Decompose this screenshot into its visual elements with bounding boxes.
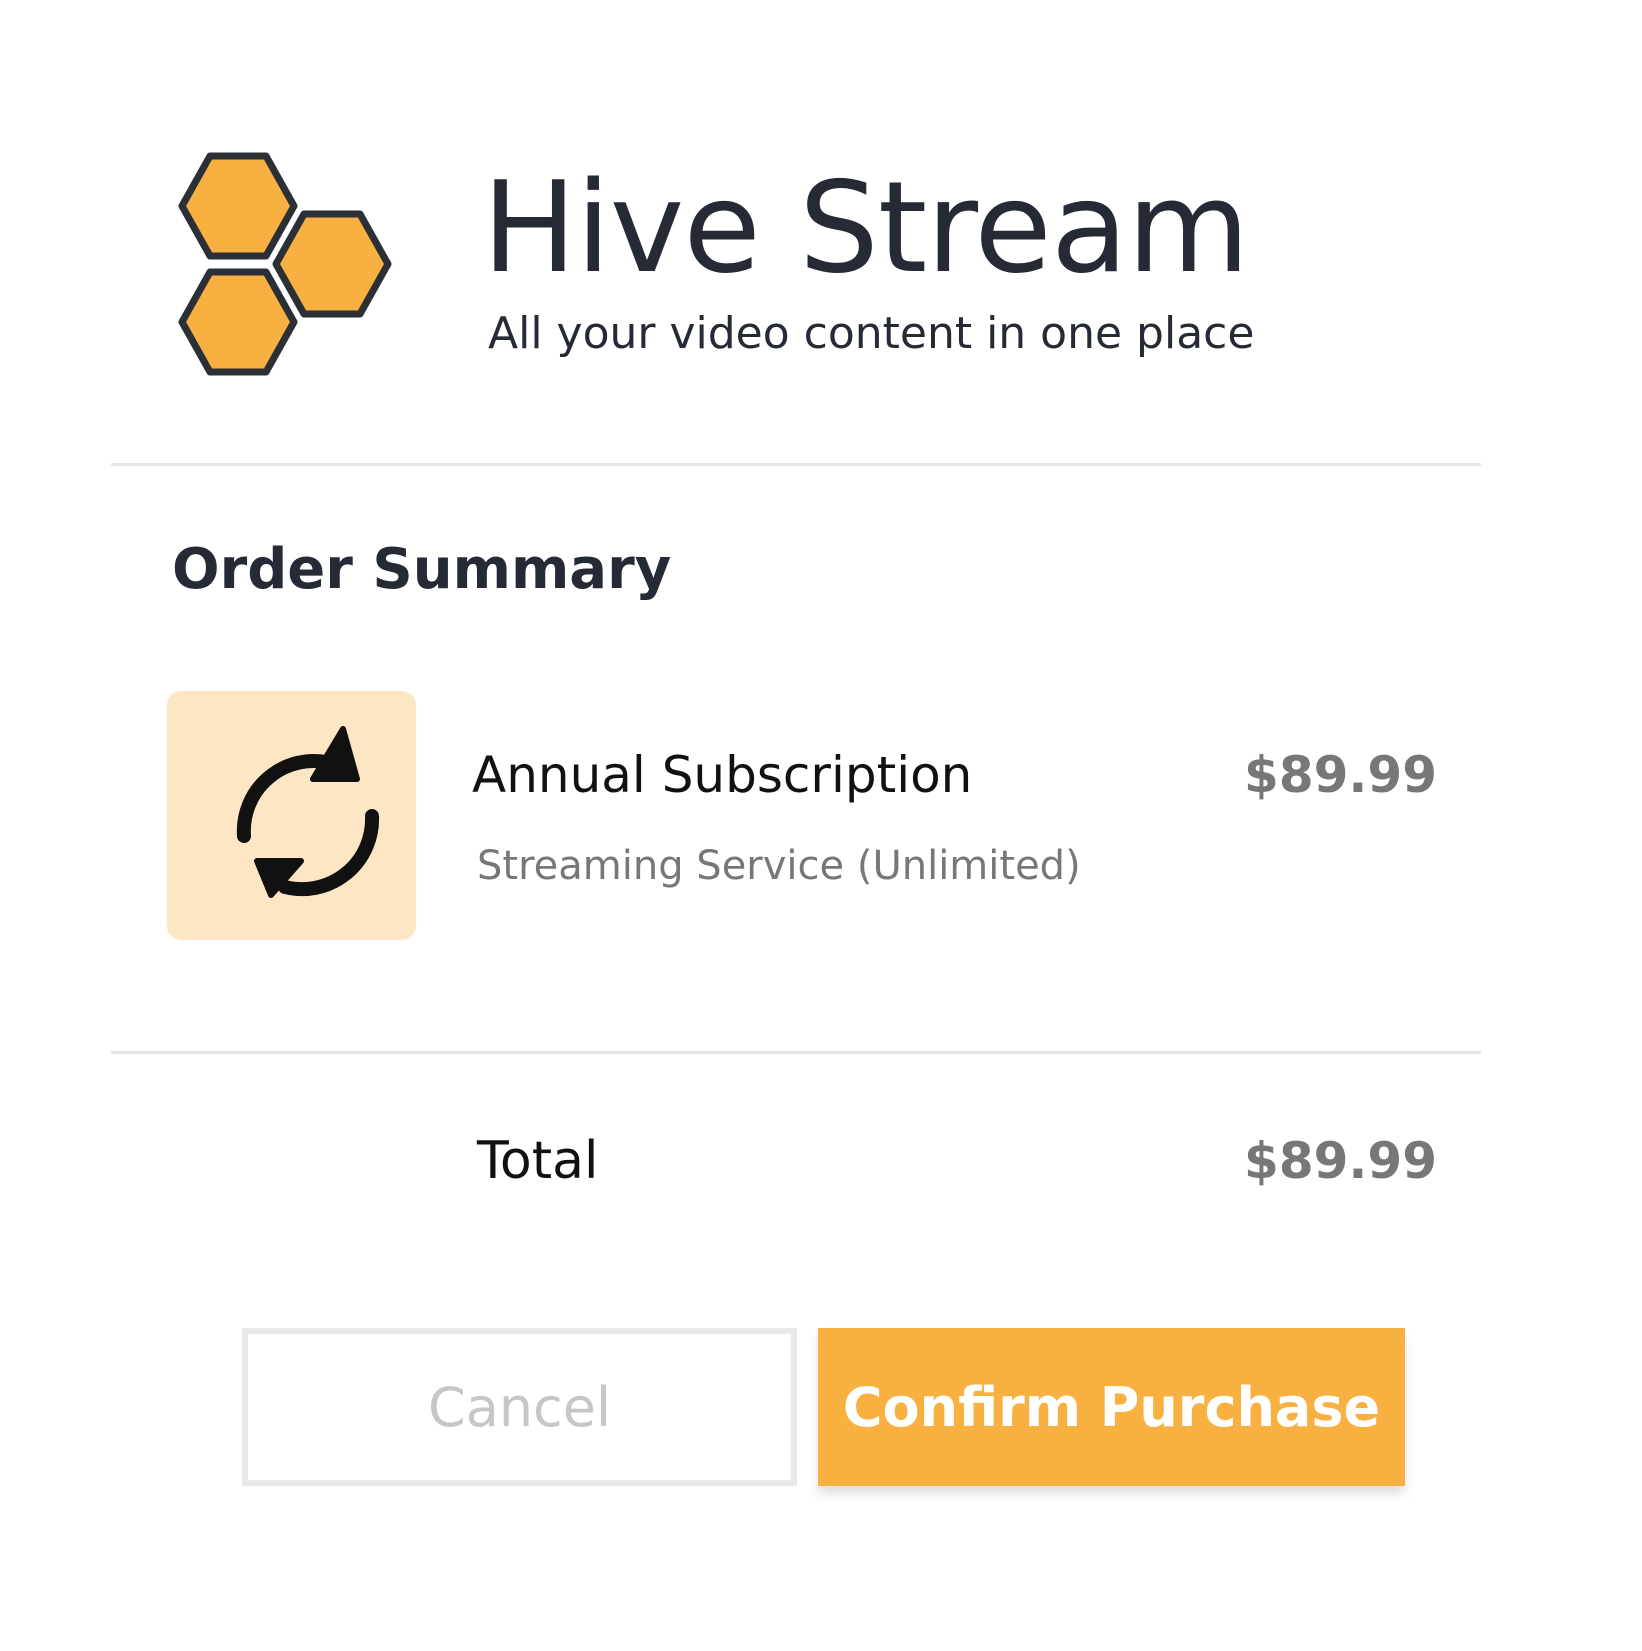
brand-tagline: All your video content in one place <box>488 308 1255 359</box>
confirm-purchase-button[interactable]: Confirm Purchase <box>818 1328 1405 1486</box>
total-label: Total <box>477 1131 599 1191</box>
cancel-button[interactable]: Cancel <box>242 1328 797 1486</box>
item-name: Annual Subscription <box>472 746 973 804</box>
item-description: Streaming Service (Unlimited) <box>477 843 1081 889</box>
summary-divider <box>111 1051 1481 1054</box>
total-value: $89.99 <box>1244 1132 1437 1190</box>
item-price: $89.99 <box>1244 746 1437 804</box>
item-thumbnail <box>167 691 416 940</box>
brand-title: Hive Stream <box>482 154 1250 301</box>
refresh-cycle-icon <box>236 726 380 898</box>
header-divider <box>111 463 1481 466</box>
order-summary-title: Order Summary <box>172 537 672 602</box>
honeycomb-logo-icon <box>172 150 412 380</box>
